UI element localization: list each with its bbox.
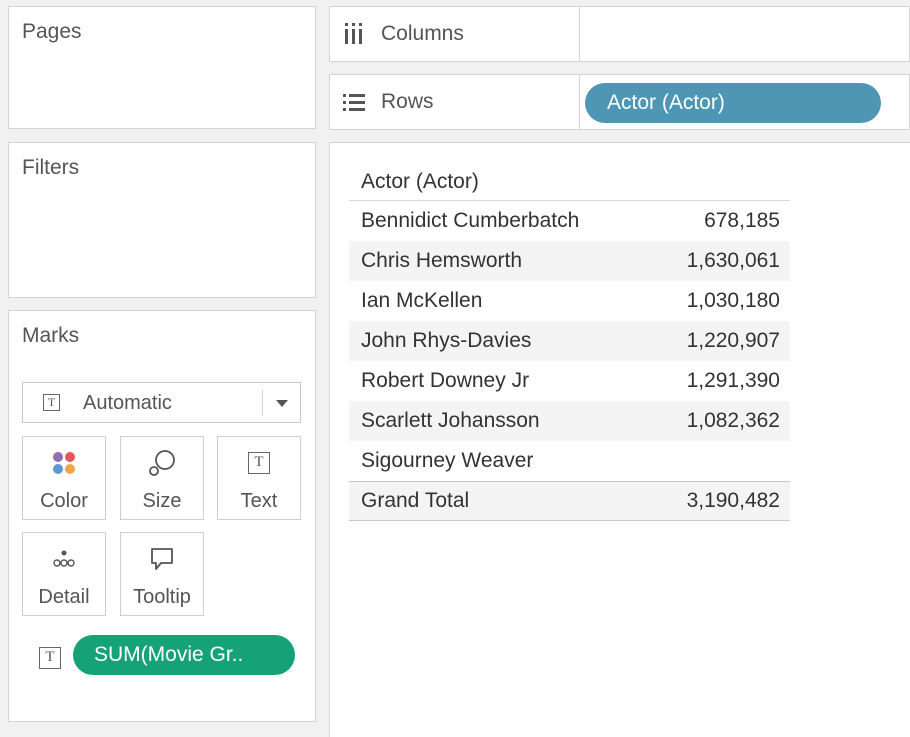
text-mark-icon: T [43, 394, 60, 411]
table-row[interactable]: Chris Hemsworth 1,630,061 [349, 241, 790, 281]
rows-icon [343, 94, 365, 111]
table-header[interactable]: Actor (Actor) [349, 170, 790, 201]
actor-name: Bennidict Cumberbatch [361, 209, 580, 232]
rows-label-area: Rows [330, 75, 580, 129]
text-label: Text [240, 490, 278, 512]
rows-shelf[interactable]: Rows Actor (Actor) [329, 74, 910, 130]
table-row[interactable]: Ian McKellen 1,030,180 [349, 281, 790, 321]
actor-name: Robert Downey Jr [361, 369, 530, 392]
tooltip-label: Tooltip [133, 586, 191, 608]
tooltip-icon [121, 543, 203, 575]
actor-value: 1,082,362 [686, 409, 780, 432]
marks-title: Marks [22, 324, 80, 347]
pages-title: Pages [22, 20, 82, 43]
detail-label: Detail [38, 586, 90, 608]
actor-name: Ian McKellen [361, 289, 483, 312]
table-row[interactable]: Sigourney Weaver [349, 441, 790, 481]
columns-label-area: Columns [330, 7, 580, 61]
size-icon [121, 447, 203, 479]
rows-pill-actor[interactable]: Actor (Actor) [585, 83, 881, 123]
actor-name: Sigourney Weaver [361, 449, 534, 472]
color-label: Color [40, 490, 88, 512]
table-row[interactable]: Bennidict Cumberbatch 678,185 [349, 201, 790, 241]
table-row[interactable]: Scarlett Johansson 1,082,362 [349, 401, 790, 441]
text-mark-icon: T [39, 647, 61, 669]
columns-shelf[interactable]: Columns [329, 6, 910, 62]
dropdown-divider [262, 389, 263, 416]
filters-title: Filters [22, 156, 80, 179]
actor-name: Scarlett Johansson [361, 409, 540, 432]
grand-total-label: Grand Total [361, 489, 470, 512]
measure-pill[interactable]: SUM(Movie Gr.. [73, 635, 295, 675]
detail-button[interactable]: Detail [22, 532, 106, 616]
marks-card: Marks T Automatic Color Size T Text Deta… [8, 310, 316, 722]
actor-name: Chris Hemsworth [361, 249, 523, 272]
filters-card[interactable]: Filters [8, 142, 316, 298]
color-button[interactable]: Color [22, 436, 106, 520]
actor-name: John Rhys-Davies [361, 329, 532, 352]
table-row[interactable]: John Rhys-Davies 1,220,907 [349, 321, 790, 361]
text-icon: T [218, 447, 300, 479]
detail-icon [23, 543, 105, 575]
text-table: Actor (Actor) Bennidict Cumberbatch 678,… [349, 170, 790, 521]
view-area: Actor (Actor) Bennidict Cumberbatch 678,… [329, 142, 910, 737]
grand-total-row[interactable]: Grand Total 3,190,482 [349, 481, 790, 521]
actor-value: 1,291,390 [686, 369, 780, 392]
table-row[interactable]: Robert Downey Jr 1,291,390 [349, 361, 790, 401]
pages-card[interactable]: Pages [8, 6, 316, 129]
text-button[interactable]: T Text [217, 436, 301, 520]
actor-value: 1,220,907 [686, 329, 780, 352]
tooltip-button[interactable]: Tooltip [120, 532, 204, 616]
actor-value: 678,185 [704, 209, 780, 232]
columns-icon [345, 23, 362, 44]
actor-value: 1,030,180 [686, 289, 780, 312]
color-icon [23, 447, 105, 479]
rows-label: Rows [381, 90, 434, 113]
size-label: Size [142, 490, 182, 512]
mark-type-value: Automatic [83, 392, 172, 414]
size-button[interactable]: Size [120, 436, 204, 520]
mark-type-dropdown[interactable]: T Automatic [22, 382, 301, 423]
chevron-down-icon[interactable] [276, 400, 288, 407]
actor-value: 1,630,061 [686, 249, 780, 272]
grand-total-value: 3,190,482 [686, 489, 780, 512]
columns-label: Columns [381, 22, 464, 45]
